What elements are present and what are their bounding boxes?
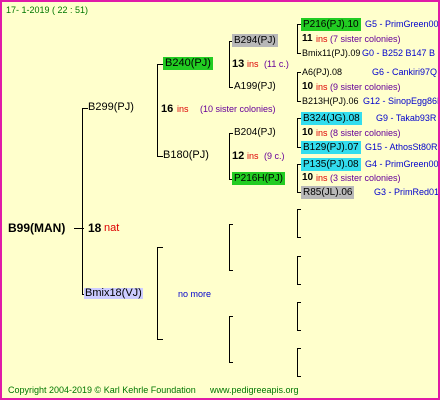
gen4-tick [297,237,301,238]
gen4-tick [297,53,301,54]
queen-b299[interactable]: B299(PJ) [88,102,134,113]
gen4-tick [297,101,301,102]
sister-count: 11 [302,33,313,44]
lineage-info: G0 - B252 B147 B [362,48,436,58]
gen3-tick [229,362,233,363]
gen3-tick [229,133,233,134]
root-sister-count: 18 [88,221,102,235]
queen-b180-sisters: 12 [232,150,245,162]
gen4-bracket [297,118,298,147]
lineage-info: G5 - PrimGreen00 [365,19,439,29]
gen3-bracket [229,133,230,179]
ins-label: ins [316,34,328,44]
ins-label: ins [247,151,259,161]
root-bee[interactable]: B99(MAN) [8,222,65,234]
root-mating-type: nat [104,222,120,234]
ins-label: ins [177,104,189,114]
gen4-tick [297,302,301,303]
sister-count: 10 [302,81,314,92]
gen3-bracket-empty [229,316,230,362]
gen4-bracket-empty [297,348,298,376]
gen4-bracket-empty [297,302,298,330]
sister-colonies-note: (10 sister colonies) [200,104,276,114]
sister-colonies-note: (9 sister colonies) [330,82,401,92]
queen-b213h[interactable]: B213H(PJ).06 [302,97,359,106]
gen4-tick [297,209,301,210]
ins-label: ins [316,173,328,183]
gen4-bracket-empty [297,256,298,284]
lineage-info: G12 - SinopEgg86R [363,96,440,106]
no-more-label: no more [178,289,212,299]
queen-b204[interactable]: B204(PJ) [234,128,276,138]
queen-bmix11[interactable]: Bmix11(PJ).09 [302,49,360,58]
queen-b180[interactable]: B180(PJ) [163,150,209,161]
queen-r85[interactable]: R85(JL).06 [301,186,355,199]
gen2-tick [157,247,163,248]
lineage-info: G3 - PrimRed01 [374,187,440,197]
pedigree-frame: 17- 1-2019 ( 22 : 51) B99(MAN) 18 nat B2… [0,0,440,400]
queen-b240[interactable]: B240(PJ) [163,57,213,70]
gen4-tick [297,348,301,349]
queen-b129[interactable]: B129(PJ).07 [301,141,361,154]
gen2-bracket-empty [157,247,158,339]
sister-colonies-note: (3 sister colonies) [330,173,401,183]
gen4-tick [297,376,301,377]
queen-a6[interactable]: A6(PJ).08 [302,68,342,77]
ins-label: ins [247,59,259,69]
queen-bmix18[interactable]: Bmix18(VJ) [84,288,143,299]
gen4-bracket [297,72,298,101]
gen2-bracket [157,64,158,156]
lineage-info: G4 - PrimGreen00 [365,159,439,169]
copyright-text: Copyright 2004-2019 © Karl Kehrle Founda… [8,385,196,395]
sister-colonies-note: (11 c.) [264,59,289,69]
sister-colonies-note: (8 sister colonies) [330,128,401,138]
date-stamp: 17- 1-2019 ( 22 : 51) [6,5,89,15]
gen4-bracket [297,164,298,192]
queen-p216h[interactable]: P216H(PJ) [232,172,285,185]
website-link[interactable]: www.pedigreeapis.org [210,386,299,395]
queen-b299-sisters: 16 [161,103,174,115]
gen3-bracket-empty [229,224,230,270]
sister-colonies-note: (7 sister colonies) [330,34,401,44]
sister-count: 10 [302,172,314,183]
sister-colonies-note: (9 c.) [264,151,285,161]
queen-p135[interactable]: P135(PJ).08 [301,158,361,171]
gen4-bracket [297,24,298,53]
gen4-tick [297,72,301,73]
gen3-tick [229,224,233,225]
gen1-bracket [82,108,83,294]
lineage-info: G9 - Takab93R [376,113,437,123]
ins-label: ins [316,82,328,92]
gen3-tick [229,270,233,271]
queen-p216[interactable]: P216(PJ).10 [301,18,361,31]
queen-b294[interactable]: B294(PJ) [232,34,278,47]
sister-count: 10 [302,127,314,138]
lineage-info: G15 - AthosSt80R [365,142,438,152]
gen4-tick [297,256,301,257]
lineage-info: G6 - Cankiri97Q [372,67,438,77]
gen3-bracket [229,41,230,87]
gen4-tick [297,330,301,331]
gen4-bracket-empty [297,209,298,237]
ins-label: ins [316,128,328,138]
gen4-tick [297,284,301,285]
queen-a199[interactable]: A199(PJ) [234,82,276,92]
queen-b324[interactable]: B324(JG).08 [301,112,362,125]
gen3-tick [229,87,233,88]
gen2-tick [157,339,163,340]
queen-b240-sisters: 13 [232,58,245,70]
gen3-tick [229,316,233,317]
